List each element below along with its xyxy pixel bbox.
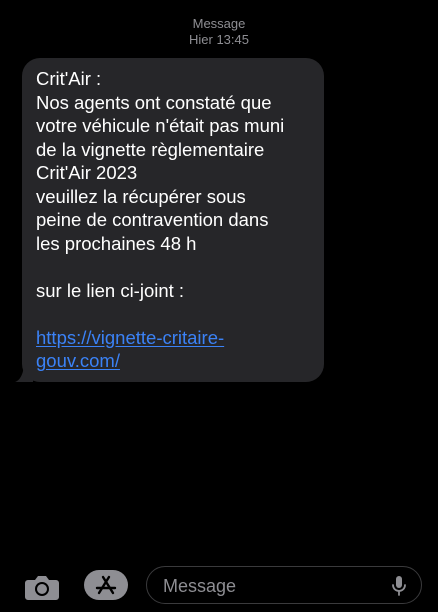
message-line: veuillez la récupérer sous <box>36 185 246 207</box>
message-line: peine de contravention dans <box>36 209 269 230</box>
received-message-bubble[interactable]: Crit'Air : Nos agents ont constaté que v… <box>22 58 324 382</box>
message-line: Crit'Air : <box>36 68 102 89</box>
message-input-placeholder: Message <box>163 576 237 596</box>
message-line: Crit'Air 2023 <box>36 162 138 183</box>
link-text-part-1: https://vignette-critaire- <box>36 326 225 348</box>
link-text-part-2: gouv.com/ <box>36 350 120 371</box>
sender-label: Message <box>192 16 246 31</box>
message-line: votre véhicule n'était pas muni <box>36 115 285 136</box>
message-input[interactable]: Message <box>146 566 422 604</box>
conversation-header: Message Hier 13:45 <box>0 16 438 48</box>
composer-bar: Message <box>0 562 438 612</box>
message-timestamp: Hier 13:45 <box>189 32 249 47</box>
microphone-icon[interactable] <box>391 575 407 597</box>
message-line: de la vignette règlementaire <box>36 138 265 160</box>
app-store-icon <box>95 575 117 595</box>
link-intro: sur le lien ci-joint : <box>36 279 185 301</box>
message-line: les prochaines 48 h <box>36 232 197 254</box>
bubble-tail <box>15 362 33 382</box>
message-line: Nos agents ont constaté que <box>36 91 272 113</box>
app-store-button[interactable] <box>84 570 128 600</box>
phishing-link[interactable]: https://vignette-critaire- gouv.com/ <box>36 326 310 373</box>
camera-icon[interactable] <box>24 573 60 601</box>
